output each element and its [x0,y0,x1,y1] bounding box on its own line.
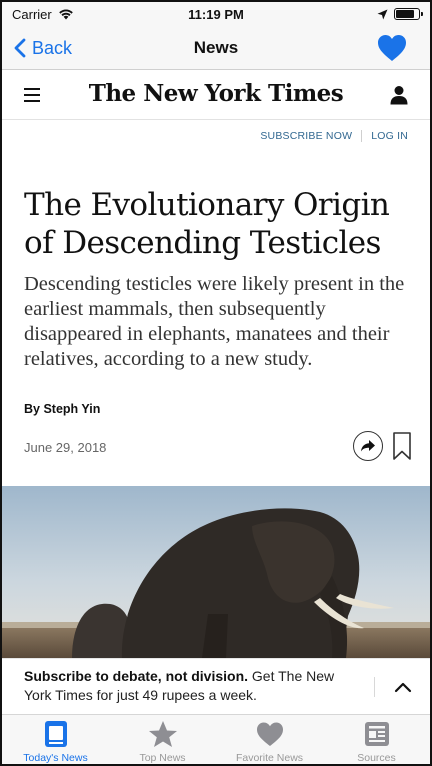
elephant-photo [2,486,430,658]
tab-label: Sources [357,752,396,764]
location-icon [377,9,388,19]
article-image[interactable] [2,486,430,658]
carrier-label: Carrier [12,6,52,22]
heart-icon [256,722,283,746]
battery-icon [394,8,423,20]
article-date: June 29, 2018 [24,440,107,455]
tab-todays-news[interactable]: Today's News [2,715,109,764]
star-icon [148,721,177,747]
phone-frame: Carrier 11:19 PM Back News The New York … [0,0,432,766]
wifi-icon [58,9,73,20]
divider [361,130,363,142]
user-icon[interactable] [390,85,408,105]
tab-label: Favorite News [235,752,304,764]
nyt-logo[interactable]: The New York Times [2,80,430,107]
tab-label: Today's News [23,752,88,764]
chevron-up-icon[interactable] [392,677,414,697]
login-link[interactable]: LOG IN [371,130,408,142]
subscribe-banner[interactable]: Subscribe to debate, not division. Get T… [2,658,430,714]
tab-sources[interactable]: Sources [323,715,430,764]
tab-favorite-news[interactable]: Favorite News [216,715,323,764]
share-icon [361,440,375,452]
divider [374,677,375,697]
article-byline[interactable]: By Steph Yin [24,402,100,416]
bookmark-icon[interactable] [393,432,411,460]
tab-bar: Today's News Top News Favorite News Sour… [2,714,430,764]
heart-icon[interactable] [376,32,408,64]
account-links: SUBSCRIBE NOW LOG IN [260,130,408,142]
share-button[interactable] [353,431,383,461]
article-summary: Descending testicles were likely present… [24,273,405,370]
navigation-bar: Back News [2,26,430,70]
tab-top-news[interactable]: Top News [109,715,216,764]
nav-title: News [193,38,239,57]
subscribe-now-link[interactable]: SUBSCRIBE NOW [260,130,352,142]
status-bar: Carrier 11:19 PM [2,2,430,26]
document-icon [364,722,389,746]
article-headline: The Evolutionary Origin of Descending Te… [24,187,390,261]
newspaper-icon [44,721,67,747]
banner-headline: Subscribe to debate, not division. [24,668,249,684]
nyt-header: The New York Times [2,70,430,120]
tab-label: Top News [139,752,186,764]
